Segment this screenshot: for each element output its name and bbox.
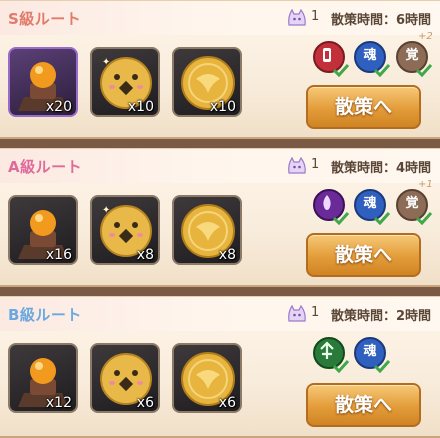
blue-soul-icon: 魂 (354, 337, 390, 373)
item-quantity: x6 (136, 395, 154, 411)
check-icon (416, 63, 432, 77)
bonus-plus: +2 (418, 31, 433, 42)
svg-text:✦: ✦ (102, 205, 110, 216)
route-card-s: S級ルート 1 散策時間：6時間 x20 ✦ x10 x10 魂 覚 +2 散策… (0, 0, 440, 139)
badge-label: 覚 (405, 48, 419, 63)
reward-item-amber-orb[interactable]: x20 (8, 47, 78, 117)
green-arrow-icon (313, 337, 349, 373)
reward-item-gold-coin[interactable]: x6 (172, 343, 242, 413)
check-icon (416, 211, 432, 225)
cat-icon (288, 156, 306, 174)
walker-count: 1 (311, 157, 320, 172)
reward-item-amber-orb[interactable]: x16 (8, 195, 78, 265)
item-quantity: x12 (45, 395, 72, 411)
badge-label: 魂 (363, 196, 377, 211)
walk-time: 散策時間：6時間 (331, 13, 432, 28)
check-icon (333, 211, 349, 225)
tan-awaken-icon: 覚 (396, 189, 432, 225)
check-icon (374, 359, 390, 373)
route-title: S級ルート (8, 10, 82, 28)
purple-flame-icon (313, 189, 349, 225)
badge-label: 魂 (363, 48, 377, 63)
item-quantity: x8 (136, 247, 154, 263)
item-quantity: x6 (218, 395, 236, 411)
route-card-a: A級ルート 1 散策時間：4時間 x16 ✦ x8 x8 魂 覚 +1 散策へ (0, 148, 440, 287)
route-card-b: B級ルート 1 散策時間：2時間 x12 x6 x6 魂 散策へ (0, 296, 440, 438)
reward-item-face-coin[interactable]: ✦ x10 (90, 47, 160, 117)
walk-button[interactable]: 散策へ (306, 85, 421, 129)
badge-label: 魂 (363, 344, 377, 359)
walk-time: 散策時間：2時間 (331, 309, 432, 324)
check-icon (374, 63, 390, 77)
walk-button[interactable]: 散策へ (306, 383, 421, 427)
item-quantity: x20 (45, 99, 72, 115)
walk-time: 散策時間：4時間 (331, 161, 432, 176)
check-icon (374, 211, 390, 225)
item-quantity: x10 (209, 99, 236, 115)
reward-item-gold-coin[interactable]: x10 (172, 47, 242, 117)
svg-text:✦: ✦ (102, 57, 110, 68)
cat-icon (288, 304, 306, 322)
tan-awaken-icon: 覚 (396, 41, 432, 77)
reward-item-gold-coin[interactable]: x8 (172, 195, 242, 265)
cat-icon (288, 8, 306, 26)
item-quantity: x16 (45, 247, 72, 263)
reward-item-face-coin[interactable]: ✦ x8 (90, 195, 160, 265)
red-crest-icon (313, 41, 349, 77)
check-icon (333, 63, 349, 77)
reward-item-face-coin[interactable]: x6 (90, 343, 160, 413)
walk-button[interactable]: 散策へ (306, 233, 421, 277)
route-title: B級ルート (8, 306, 82, 324)
route-title: A級ルート (8, 158, 83, 176)
walker-count: 1 (311, 9, 320, 24)
reward-item-amber-orb[interactable]: x12 (8, 343, 78, 413)
walker-count: 1 (311, 305, 320, 320)
blue-soul-icon: 魂 (354, 41, 390, 77)
blue-soul-icon: 魂 (354, 189, 390, 225)
badge-label: 覚 (405, 196, 419, 211)
item-quantity: x10 (127, 99, 154, 115)
check-icon (333, 359, 349, 373)
item-quantity: x8 (218, 247, 236, 263)
bonus-plus: +1 (418, 179, 433, 190)
